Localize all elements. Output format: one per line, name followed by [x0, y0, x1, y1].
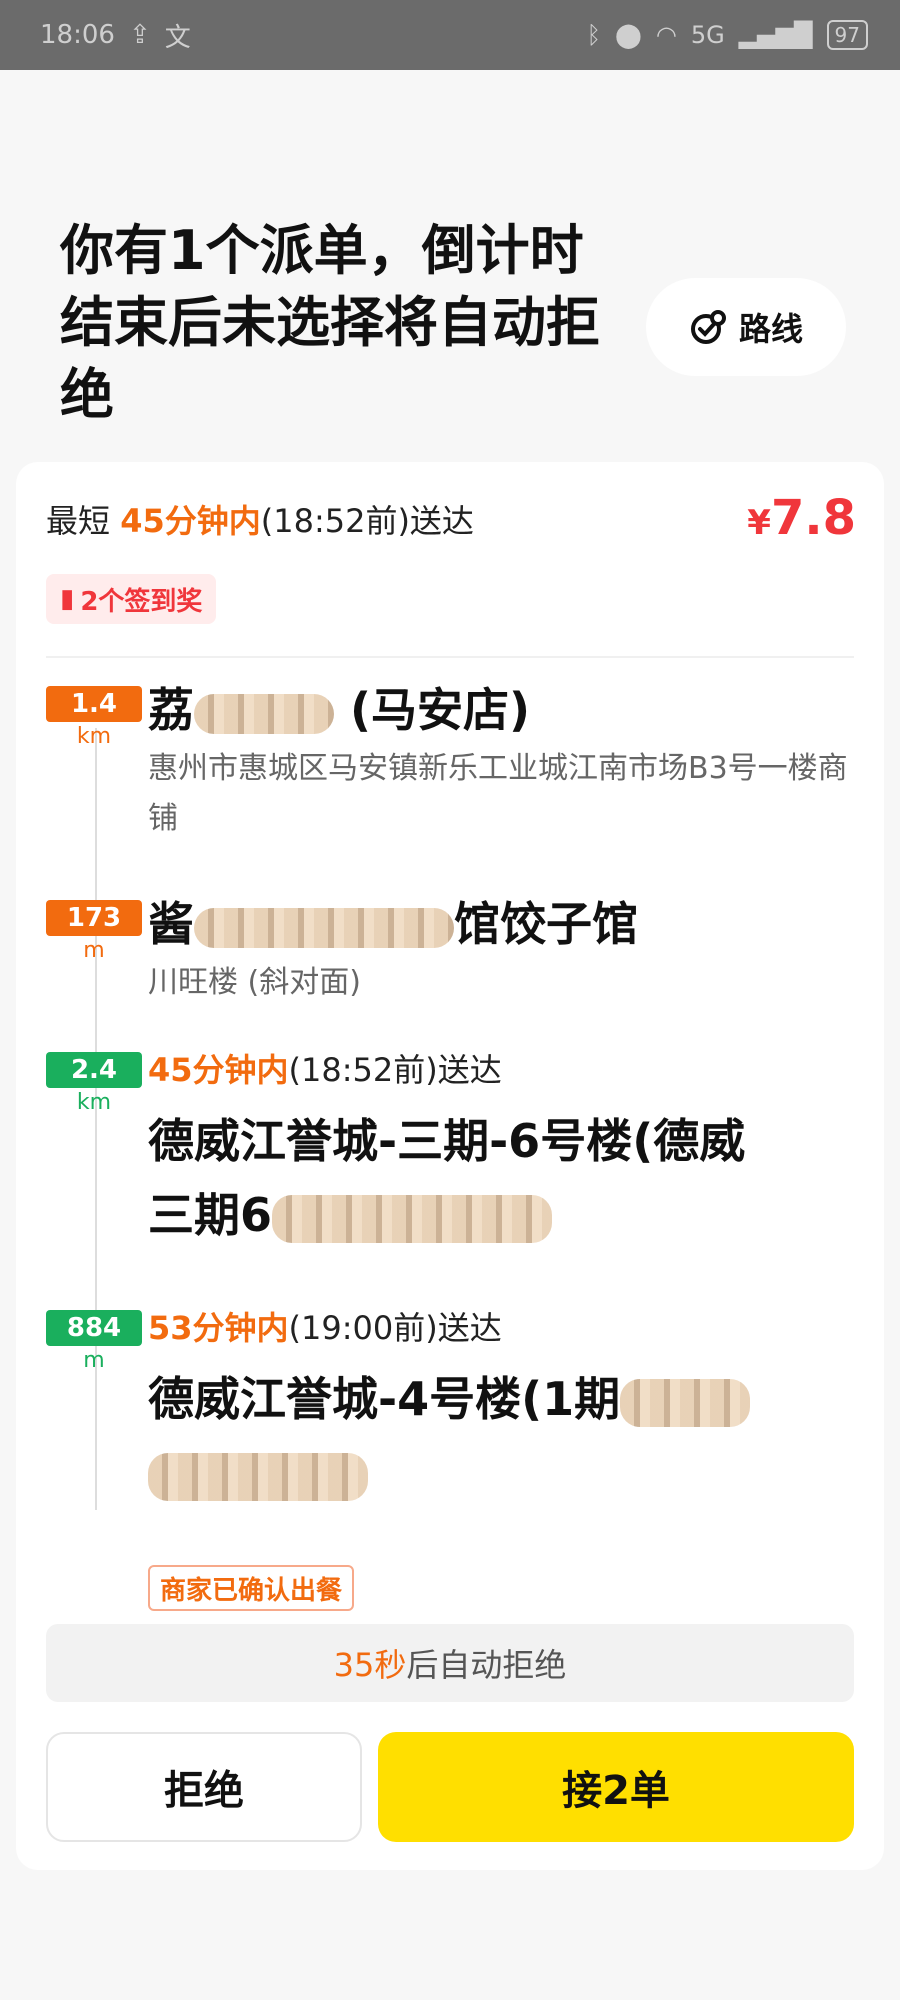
- auto-reject-countdown: 35秒 后自动拒绝: [46, 1624, 854, 1702]
- destination-line: 德威江誉城-4号楼(1期: [148, 1362, 854, 1436]
- status-right: ᛒ ⬤ ◠ 5G ▂▄▆█ 97: [587, 20, 868, 50]
- destination-line: 德威江誉城-三期-6号楼(德威: [148, 1114, 746, 1168]
- price-symbol: ¥: [747, 503, 771, 543]
- destination-line-text: 德威江誉城-4号楼(1期: [148, 1372, 621, 1426]
- destination-line: [148, 1436, 854, 1510]
- gift-icon: ▮: [60, 584, 75, 614]
- route-button[interactable]: 路线: [646, 278, 846, 376]
- timeline-line: [95, 728, 97, 1510]
- status-bar: 18:06 ⇪ 文 ᛒ ⬤ ◠ 5G ▂▄▆█ 97: [0, 0, 900, 70]
- delivery-duration: 45分钟内: [148, 1051, 289, 1089]
- upload-icon: ⇪: [128, 20, 151, 50]
- shop-address: 惠州市惠城区马安镇新乐工业城江南市场B3号一楼商铺: [148, 751, 848, 836]
- distance-value: 173: [46, 900, 142, 936]
- shop-name: 酱 馆饺子馆: [148, 896, 854, 952]
- price-value: 7.8: [770, 490, 856, 546]
- countdown-suffix: 后自动拒绝: [406, 1646, 567, 1684]
- delivery-deadline: (18:52前)送达: [260, 502, 474, 540]
- accept-orders-button[interactable]: 接2单: [378, 1732, 854, 1842]
- distance-value: 1.4: [46, 686, 142, 722]
- delivery-duration: 53分钟内: [148, 1309, 289, 1347]
- shop-name-tail: 馆饺子馆: [454, 897, 638, 951]
- divider: [46, 656, 854, 658]
- translate-icon: 文: [164, 22, 191, 53]
- bluetooth-icon: ᛒ: [586, 21, 602, 49]
- shop-name-tail: (马安店): [350, 683, 531, 737]
- distance-value: 884: [46, 1310, 142, 1346]
- distance-unit: m: [83, 1348, 105, 1373]
- shop-name-head: 荔: [148, 683, 194, 737]
- distance-tag: 1.4 km: [46, 686, 142, 752]
- distance-value: 2.4: [46, 1052, 142, 1088]
- distance-unit: km: [76, 1090, 112, 1115]
- dropoff-stop[interactable]: 53分钟内(19:00前)送达 德威江誉城-4号楼(1期: [148, 1306, 854, 1510]
- reject-button[interactable]: 拒绝: [46, 1732, 362, 1842]
- distance-tag: 173 m: [46, 900, 142, 966]
- redacted-text: [194, 907, 454, 948]
- merchant-confirmed-tag: 商家已确认出餐: [148, 1565, 355, 1611]
- battery-indicator: 97: [826, 20, 868, 50]
- redacted-text: [148, 1452, 368, 1501]
- delivery-time-summary: 最短 45分钟内(18:52前)送达: [46, 496, 474, 542]
- delivery-time: 45分钟内(18:52前)送达: [148, 1048, 854, 1092]
- countdown-seconds: 35秒: [333, 1646, 407, 1684]
- shop-name-head: 酱: [148, 897, 194, 951]
- distance-unit: m: [83, 938, 105, 963]
- delivery-time: 53分钟内(19:00前)送达: [148, 1306, 854, 1350]
- bonus-label: 2个签到奖: [80, 586, 203, 617]
- network-label: 5G: [690, 21, 725, 49]
- location-icon: ⬤: [615, 21, 642, 49]
- distance-tag: 884 m: [46, 1310, 142, 1376]
- order-price: ¥7.8: [747, 490, 856, 546]
- distance-tag: 2.4 km: [46, 1052, 142, 1118]
- destination-line: 三期6: [148, 1178, 854, 1252]
- destination-name: 德威江誉城-三期-6号楼(德威 三期6: [148, 1104, 854, 1252]
- pickup-stop[interactable]: 酱 馆饺子馆 川旺楼 (斜对面): [148, 896, 854, 1008]
- redacted-text: [272, 1194, 553, 1243]
- route-label: 路线: [738, 310, 803, 348]
- shop-name: 荔 (马安店): [148, 682, 854, 738]
- destination-name: 德威江誉城-4号楼(1期: [148, 1362, 854, 1510]
- pickup-stop[interactable]: 荔 (马安店) 惠州市惠城区马安镇新乐工业城江南市场B3号一楼商铺: [148, 682, 854, 844]
- delivery-deadline: (19:00前)送达: [288, 1309, 502, 1347]
- signal-icon: ▂▄▆█: [738, 21, 813, 49]
- page-title: 你有1个派单，倒计时结束后未选择将自动拒绝: [60, 219, 600, 426]
- destination-line-text: 三期6: [148, 1188, 273, 1242]
- delivery-duration: 45分钟内: [120, 502, 261, 540]
- distance-unit: km: [76, 724, 112, 749]
- bonus-badge: ▮ 2个签到奖: [46, 574, 217, 624]
- dropoff-stop[interactable]: 45分钟内(18:52前)送达 德威江誉城-三期-6号楼(德威 三期6: [148, 1048, 854, 1252]
- order-card: 最短 45分钟内(18:52前)送达 ¥7.8 ▮ 2个签到奖 1.4 km 荔…: [16, 462, 884, 1870]
- status-left: 18:06 ⇪ 文: [40, 17, 191, 54]
- redacted-text: [194, 693, 334, 734]
- redacted-text: [620, 1378, 751, 1427]
- status-time: 18:06: [40, 20, 115, 50]
- delivery-prefix: 最短: [46, 502, 111, 540]
- wifi-icon: ◠: [655, 21, 677, 49]
- shop-address: 川旺楼 (斜对面): [148, 965, 361, 1000]
- delivery-deadline: (18:52前)送达: [288, 1051, 502, 1089]
- route-icon: [690, 310, 726, 344]
